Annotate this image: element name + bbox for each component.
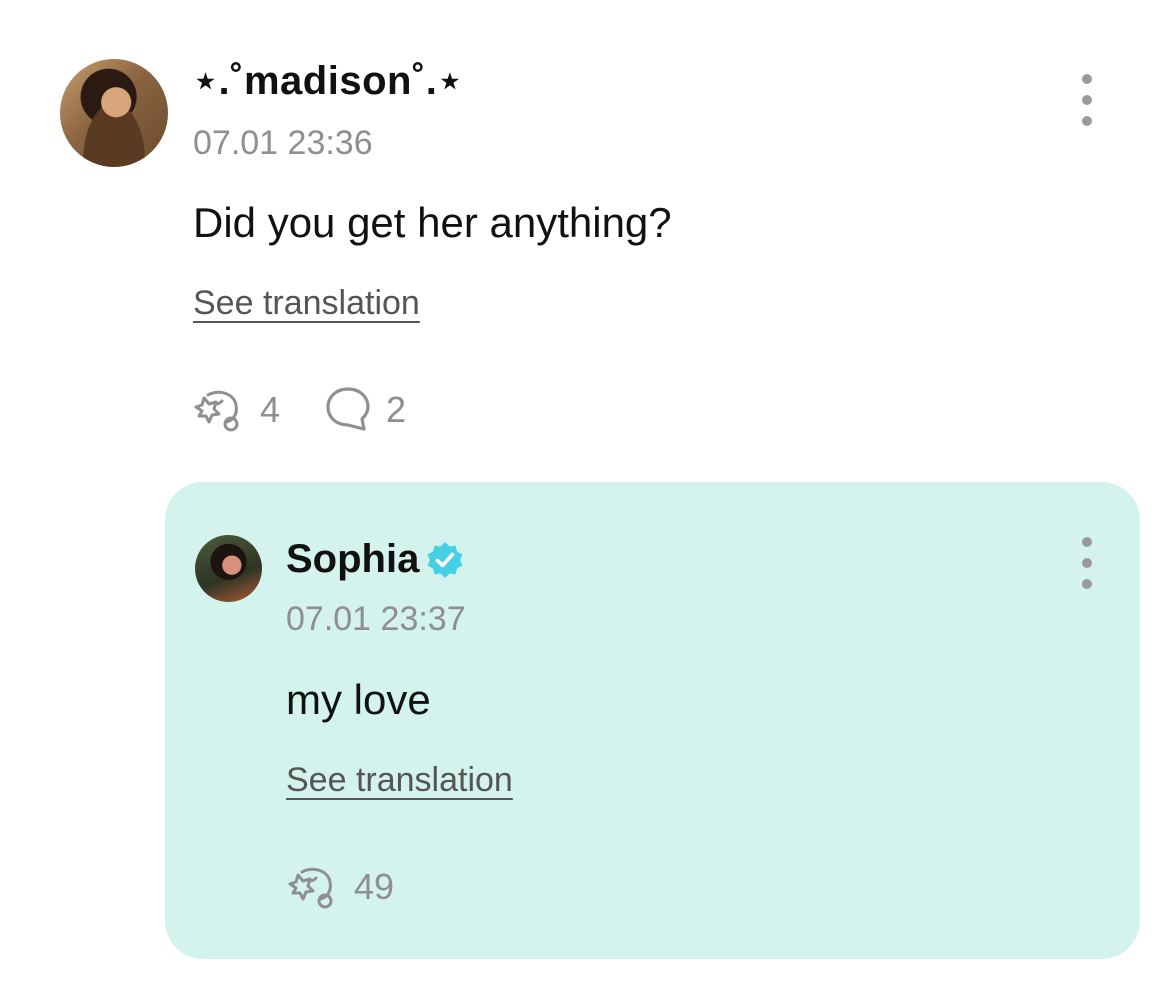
comment-text: Did you get her anything?: [193, 199, 672, 246]
reply-timestamp: 07.01 23:37: [286, 600, 466, 638]
comment-timestamp: 07.01 23:36: [193, 124, 373, 162]
avatar[interactable]: [60, 59, 168, 167]
reply-reaction-button[interactable]: 49: [284, 862, 394, 912]
comment-username[interactable]: ⋆.˚madison˚.⋆: [193, 58, 463, 104]
reply-reaction-count: 49: [354, 866, 395, 907]
see-translation-link[interactable]: See translation: [193, 284, 420, 323]
reply-see-translation-link[interactable]: See translation: [286, 761, 513, 800]
verified-badge-icon: [427, 541, 463, 578]
reaction-count: 4: [260, 389, 281, 430]
reply-more-options-button[interactable]: [1072, 533, 1102, 593]
reaction-button[interactable]: 4: [190, 385, 280, 435]
reply-header: Sophia: [286, 537, 465, 582]
reply-count: 2: [386, 389, 407, 430]
reaction-icon: [288, 867, 333, 909]
comment-bubble-icon: [326, 387, 370, 431]
more-options-button[interactable]: [1072, 70, 1102, 130]
reaction-icon: [194, 390, 239, 432]
more-vertical-icon: [1082, 537, 1092, 547]
more-vertical-icon: [1082, 74, 1092, 84]
reply-button[interactable]: 2: [324, 385, 406, 435]
reply-avatar[interactable]: [195, 535, 262, 602]
reply-text: my love: [286, 676, 431, 723]
reply-username[interactable]: Sophia: [286, 537, 419, 582]
